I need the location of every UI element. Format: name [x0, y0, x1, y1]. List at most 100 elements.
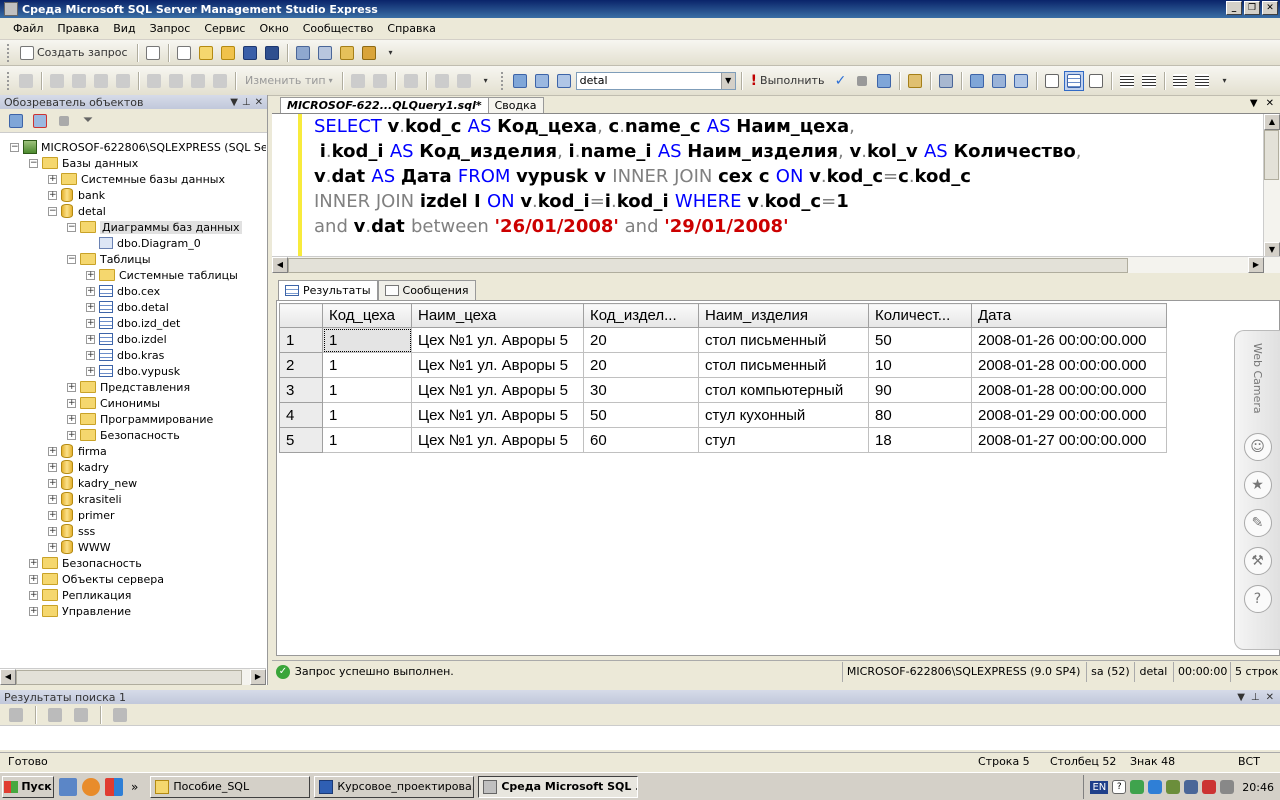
expand-icon[interactable]: + [67, 398, 76, 408]
close-icon[interactable]: ✕ [255, 97, 263, 108]
scroll-right-icon[interactable]: ▶ [250, 669, 266, 685]
table-row[interactable]: 1 1 Цех №1 ул. Авроры 5 20 стол письменный 50… [279, 327, 1167, 353]
grid-cell[interactable]: 2008-01-28 00:00:00.000 [971, 352, 1167, 378]
expand-icon[interactable]: + [86, 350, 95, 360]
results-to-file-button[interactable] [1086, 71, 1106, 91]
collapse-icon[interactable]: − [48, 206, 57, 216]
expand-icon[interactable]: + [86, 302, 95, 312]
row-number[interactable]: 5 [279, 427, 323, 453]
restore-button[interactable]: ❐ [1244, 1, 1260, 15]
tree-node[interactable]: + Управление [29, 603, 131, 619]
column-header[interactable]: Код_цеха [322, 303, 412, 328]
grid-corner[interactable] [279, 303, 323, 328]
query-options-button[interactable] [905, 71, 925, 91]
menu-help[interactable]: Справка [380, 22, 442, 35]
column-header[interactable]: Код_издел... [583, 303, 699, 328]
tree-node[interactable]: + dbo.izd_det [86, 315, 180, 331]
wrench-icon[interactable]: ⚒ [1243, 547, 1272, 575]
grid-cell[interactable]: 2008-01-26 00:00:00.000 [971, 327, 1167, 353]
object-explorer-button[interactable] [315, 43, 335, 63]
tray-monitor-icon[interactable] [1184, 780, 1199, 794]
include-plan-button[interactable] [967, 71, 987, 91]
scroll-up-icon[interactable]: ▲ [1264, 114, 1280, 130]
new-project-button[interactable] [174, 43, 194, 63]
cancel-query-button[interactable] [852, 71, 872, 91]
intellisense-button[interactable] [936, 71, 956, 91]
expand-icon[interactable]: + [48, 542, 57, 552]
previous-result-button[interactable] [45, 705, 65, 725]
tree-node[interactable]: + Представления [67, 379, 190, 395]
toolbar-options-button[interactable]: ▾ [381, 43, 401, 63]
contact-icon[interactable]: ☺ [1243, 433, 1272, 461]
show-sql-button[interactable] [188, 71, 208, 91]
table-row[interactable]: 3 1 Цех №1 ул. Авроры 5 30 стол компьютерный… [279, 377, 1167, 403]
tree-node[interactable]: + bank [48, 187, 105, 203]
pin-icon[interactable]: ⊥ [242, 97, 251, 108]
tree-node[interactable]: + Системные таблицы [86, 267, 238, 283]
tree-node[interactable]: − Базы данных [29, 155, 138, 171]
scroll-left-icon[interactable]: ◀ [0, 669, 16, 685]
task-posobie[interactable]: Пособие_SQL [150, 775, 311, 798]
grid-cell[interactable]: Цех №1 ул. Авроры 5 [411, 377, 584, 403]
menu-view[interactable]: Вид [106, 22, 142, 35]
expand-icon[interactable]: + [29, 574, 38, 584]
grid-cell[interactable]: 1 [322, 377, 412, 403]
display-plan-button[interactable] [874, 71, 894, 91]
grid-cell[interactable]: стол компьютерный [698, 377, 869, 403]
tree-node[interactable]: + Безопасность [29, 555, 142, 571]
database-select[interactable]: detal ▼ [575, 71, 736, 90]
row-number[interactable]: 4 [279, 402, 323, 428]
object-explorer-scrollbar[interactable]: ◀ ▶ [0, 668, 266, 685]
quicklaunch-notepad-icon[interactable] [59, 777, 77, 796]
expand-icon[interactable]: + [67, 430, 76, 440]
toolbar-options-button[interactable]: ▾ [476, 71, 496, 91]
oe-disconnect-button[interactable] [30, 111, 50, 131]
grid-cell[interactable]: 60 [583, 427, 699, 453]
grid-cell[interactable]: стул кухонный [698, 402, 869, 428]
grid-cell[interactable]: Цех №1 ул. Авроры 5 [411, 402, 584, 428]
close-icon[interactable]: ✕ [1266, 98, 1274, 109]
tree-node[interactable]: − Диаграммы баз данных [67, 219, 242, 235]
tab-results[interactable]: Результаты [278, 280, 378, 300]
results-to-grid-button[interactable] [1064, 70, 1085, 91]
tree-node[interactable]: − detal [48, 203, 106, 219]
menu-window[interactable]: Окно [252, 22, 295, 35]
menu-file[interactable]: Файл [6, 22, 50, 35]
grid-cell[interactable]: 2008-01-27 00:00:00.000 [971, 427, 1167, 453]
scrollbar-thumb[interactable] [16, 669, 242, 685]
expand-icon[interactable]: + [48, 526, 57, 536]
grid-cell[interactable]: 30 [583, 377, 699, 403]
expand-icon[interactable]: + [67, 382, 76, 392]
tree-node[interactable]: + dbo.vypusk [86, 363, 180, 379]
tree-node[interactable]: + primer [48, 507, 115, 523]
code-line[interactable]: v.dat AS Дата FROM vypusk v INNER JOIN c… [314, 164, 1081, 189]
expand-icon[interactable]: + [48, 510, 57, 520]
scroll-left-icon[interactable]: ◀ [272, 257, 288, 273]
grid-cell[interactable]: стол письменный [698, 352, 869, 378]
tree-node[interactable]: + krasiteli [48, 491, 122, 507]
quicklaunch-browser-icon[interactable] [82, 777, 100, 796]
expand-icon[interactable]: + [86, 270, 95, 280]
uncomment-button[interactable] [1139, 71, 1159, 91]
grid-cell[interactable]: 80 [868, 402, 972, 428]
column-header[interactable]: Дата [971, 303, 1167, 328]
chevron-down-icon[interactable]: ▼ [720, 72, 735, 89]
quicklaunch-more-icon[interactable]: » [131, 780, 138, 794]
expand-icon[interactable]: + [48, 478, 57, 488]
grid-cell[interactable]: 18 [868, 427, 972, 453]
increase-indent-button[interactable] [1192, 71, 1212, 91]
start-button[interactable]: Пуск [2, 775, 54, 798]
grid-cell[interactable]: 50 [868, 327, 972, 353]
oe-connect-button[interactable] [6, 111, 26, 131]
tree-node[interactable]: + Безопасность [67, 427, 180, 443]
collapse-icon[interactable]: − [29, 158, 38, 168]
table-row[interactable]: 5 1 Цех №1 ул. Авроры 5 60 стул 18 2008-01-27 … [279, 427, 1167, 453]
tree-node[interactable]: − MICROSOF-622806\SQLEXPRESS (SQL Server [10, 139, 266, 155]
goto-location-button[interactable] [6, 705, 26, 725]
help-icon[interactable]: ? [1243, 585, 1272, 613]
tray-volume-icon[interactable] [1220, 780, 1235, 794]
grid-cell[interactable]: 20 [583, 352, 699, 378]
tray-server-icon[interactable] [1166, 780, 1181, 794]
group-by-button[interactable] [401, 71, 421, 91]
tree-node[interactable]: + kadry_new [48, 475, 137, 491]
